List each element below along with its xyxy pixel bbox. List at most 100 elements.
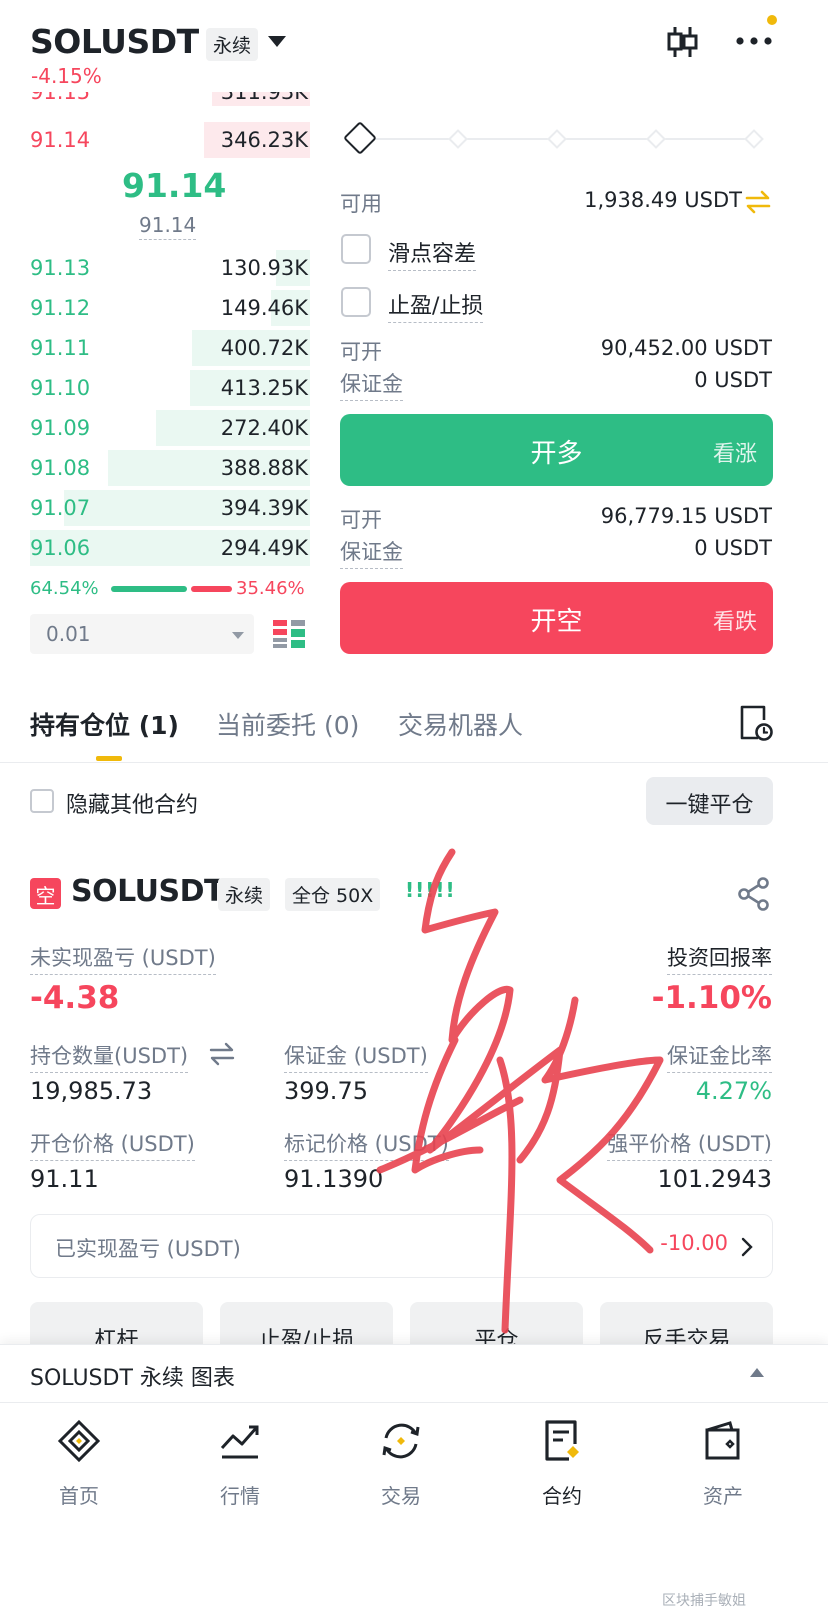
tab-open-orders[interactable]: 当前委托 (0) <box>216 706 359 742</box>
liquidation-price-value: 101.2943 <box>657 1165 772 1193</box>
markets-icon <box>220 1425 259 1459</box>
open-long-sublabel: 看涨 <box>712 442 757 467</box>
nav-futures[interactable]: 合约 <box>507 1418 617 1509</box>
more-menu-icon[interactable] <box>734 34 774 48</box>
tab-trading-bots[interactable]: 交易机器人 <box>398 706 523 742</box>
short-margin-label: 保证金 <box>340 536 403 569</box>
chevron-up-icon[interactable] <box>750 1368 764 1377</box>
bid-row[interactable]: 91.10 413.25K <box>30 370 310 406</box>
orderbook-layout-icon[interactable] <box>272 618 306 650</box>
mark-price: 91.14 <box>139 213 197 240</box>
mark-price-label: 标记价格 (USDT) <box>284 1128 449 1161</box>
realized-pnl-value: -10.00 <box>660 1231 728 1255</box>
close-all-button[interactable]: 一键平仓 <box>646 777 773 825</box>
nav-markets[interactable]: 行情 <box>185 1418 295 1509</box>
unrealized-pnl-value: -4.38 <box>30 980 120 1016</box>
leverage-slider-handle[interactable] <box>343 121 377 155</box>
roe-value: -1.10% <box>651 980 772 1016</box>
open-short-sublabel: 看跌 <box>712 610 757 635</box>
long-can-open-label: 可开 <box>340 340 382 364</box>
active-tab-indicator <box>96 756 122 761</box>
open-long-label: 开多 <box>530 439 583 469</box>
transfer-icon[interactable] <box>744 190 772 214</box>
hide-other-contracts-checkbox[interactable] <box>30 789 54 813</box>
bid-row[interactable]: 91.12 149.46K <box>30 290 310 326</box>
sell-ratio-bar <box>191 586 232 592</box>
nav-trade[interactable]: 交易 <box>346 1418 456 1509</box>
open-long-button[interactable]: 开多 看涨 <box>340 414 773 486</box>
bid-qty: 272.40K <box>220 416 308 440</box>
available-value: 1,938.49 USDT <box>584 188 742 212</box>
bid-qty: 388.88K <box>220 456 308 480</box>
bid-price: 91.09 <box>30 416 91 440</box>
margin-ratio-value: 4.27% <box>695 1077 772 1105</box>
bid-price: 91.12 <box>30 296 91 320</box>
swap-unit-icon[interactable] <box>208 1042 236 1066</box>
bid-price: 91.08 <box>30 456 91 480</box>
tab-positions[interactable]: 持有仓位 (1) <box>30 706 179 742</box>
futures-icon <box>545 1420 579 1461</box>
open-short-label: 开空 <box>530 607 583 637</box>
chevron-right-icon <box>741 1237 753 1257</box>
wallet-icon <box>705 1421 740 1460</box>
slider-step-25[interactable] <box>448 129 468 149</box>
bid-row[interactable]: 91.07 394.39K <box>30 490 310 526</box>
nav-assets[interactable]: 资产 <box>668 1418 778 1509</box>
liquidation-price-label: 强平价格 (USDT) <box>607 1128 772 1161</box>
ask-row[interactable]: 91.15 311.93K <box>30 92 310 106</box>
margin-value: 399.75 <box>284 1077 368 1105</box>
hide-other-contracts-label: 隐藏其他合约 <box>66 793 199 818</box>
share-icon[interactable] <box>736 876 772 912</box>
bid-row[interactable]: 91.09 272.40K <box>30 410 310 446</box>
short-side-badge: 空 <box>30 878 61 909</box>
tpsl-label: 止盈/止损 <box>388 288 484 323</box>
roe-label: 投资回报率 <box>667 942 772 975</box>
slider-step-100[interactable] <box>744 129 764 149</box>
bid-price: 91.07 <box>30 496 91 520</box>
ask-qty: 346.23K <box>220 128 308 152</box>
adl-indicator: !!!!! <box>405 878 456 902</box>
short-can-open-value: 96,779.15 USDT <box>600 504 772 528</box>
position-margin-mode[interactable]: 全仓 50X <box>285 878 381 911</box>
long-margin-label: 保证金 <box>340 368 403 401</box>
position-size-value: 19,985.73 <box>30 1077 153 1105</box>
position-contract-type: 永续 <box>218 878 271 911</box>
nav-home[interactable]: 首页 <box>24 1418 134 1509</box>
bid-row[interactable]: 91.11 400.72K <box>30 330 310 366</box>
candlestick-chart-icon[interactable] <box>664 24 700 60</box>
contract-type-badge: 永续 <box>206 28 259 61</box>
entry-price-value: 91.11 <box>30 1165 99 1193</box>
bid-price: 91.10 <box>30 376 91 400</box>
notification-dot <box>767 15 777 25</box>
home-icon <box>57 1419 101 1463</box>
bid-price: 91.11 <box>30 336 91 360</box>
bid-row[interactable]: 91.06 294.49K <box>30 530 310 566</box>
watermark: 区块捕手敏姐 <box>662 1593 746 1609</box>
nav-futures-label: 合约 <box>542 1484 582 1508</box>
bid-row[interactable]: 91.13 130.93K <box>30 250 310 286</box>
realized-pnl-row[interactable]: 已实现盈亏 (USDT) -10.00 <box>30 1214 773 1278</box>
trade-icon <box>382 1423 420 1459</box>
bid-qty: 413.25K <box>220 376 308 400</box>
tpsl-checkbox[interactable] <box>341 287 371 317</box>
tick-size-caret-icon <box>232 632 244 639</box>
chart-drawer-label[interactable]: SOLUSDT 永续 图表 <box>30 1360 235 1392</box>
position-size-label: 持仓数量(USDT) <box>30 1040 189 1073</box>
bid-price: 91.13 <box>30 256 91 280</box>
order-history-icon[interactable] <box>738 704 774 742</box>
slippage-checkbox[interactable] <box>341 234 371 264</box>
bid-qty: 294.49K <box>220 536 308 560</box>
bid-row[interactable]: 91.08 388.88K <box>30 450 310 486</box>
slider-step-75[interactable] <box>646 129 666 149</box>
ask-row[interactable]: 91.14 346.23K <box>30 122 310 158</box>
symbol-dropdown-icon[interactable] <box>268 36 286 47</box>
open-short-button[interactable]: 开空 看跌 <box>340 582 773 654</box>
realized-pnl-label: 已实现盈亏 (USDT) <box>55 1237 241 1261</box>
sell-ratio: 35.46% <box>236 578 305 599</box>
nav-home-label: 首页 <box>59 1484 99 1508</box>
slider-step-50[interactable] <box>547 129 567 149</box>
page-title[interactable]: SOLUSDT <box>30 22 199 61</box>
mark-price-value: 91.1390 <box>284 1165 384 1193</box>
long-margin-value: 0 USDT <box>694 368 772 392</box>
tick-size-select[interactable]: 0.01 <box>30 614 254 654</box>
